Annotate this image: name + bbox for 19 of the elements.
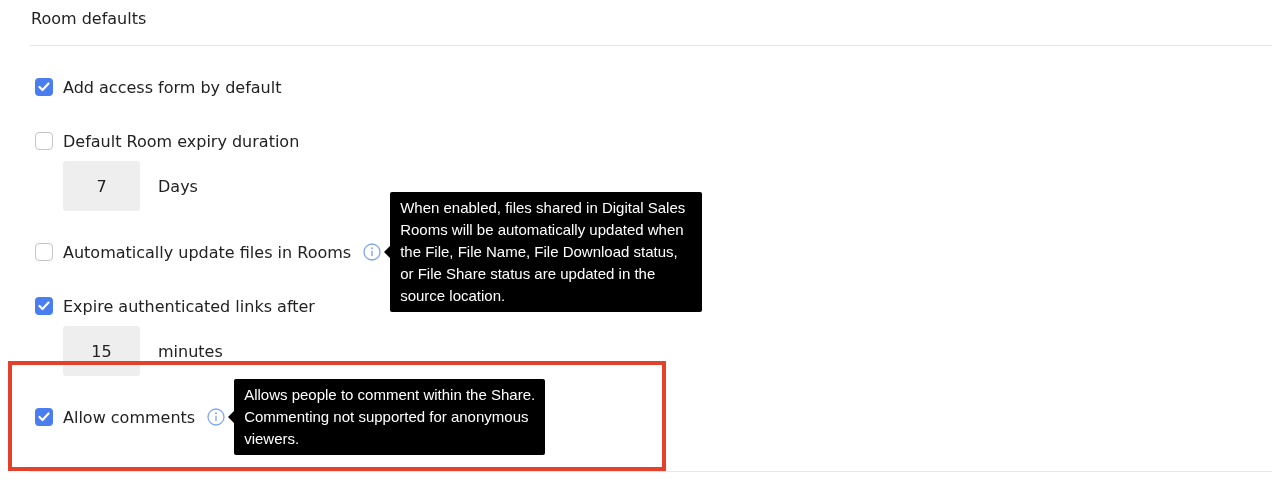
info-icon[interactable] [207, 408, 226, 426]
tooltip: When enabled, files shared in Digital Sales Rooms will be automatically updated when the File, File Name, File Download status, or File Share status are updated in the source location. [390, 192, 703, 312]
checkbox[interactable] [35, 78, 53, 96]
number-field[interactable]: 7 [63, 161, 140, 211]
checkbox[interactable] [35, 243, 53, 261]
unit-label: minutes [158, 341, 223, 361]
checkbox[interactable] [35, 297, 53, 315]
checkbox-label: Default Room expiry duration [63, 131, 300, 151]
checkbox-label: Expire authenticated links after [63, 296, 315, 316]
unit-label: Days [158, 176, 198, 196]
checkbox-label: Allow comments [63, 407, 196, 427]
tooltip: Allows people to comment within the Share. Commenting not supported for anonymous viewers. [234, 379, 546, 455]
checkbox[interactable] [35, 408, 53, 426]
checkbox-label: Automatically update files in Rooms [63, 242, 352, 262]
section-title: Room defaults [30, 8, 148, 30]
checkbox-label: Add access form by default [63, 77, 282, 97]
info-icon[interactable] [363, 243, 382, 261]
number-field[interactable]: 15 [63, 326, 140, 376]
checkbox[interactable] [35, 132, 53, 150]
